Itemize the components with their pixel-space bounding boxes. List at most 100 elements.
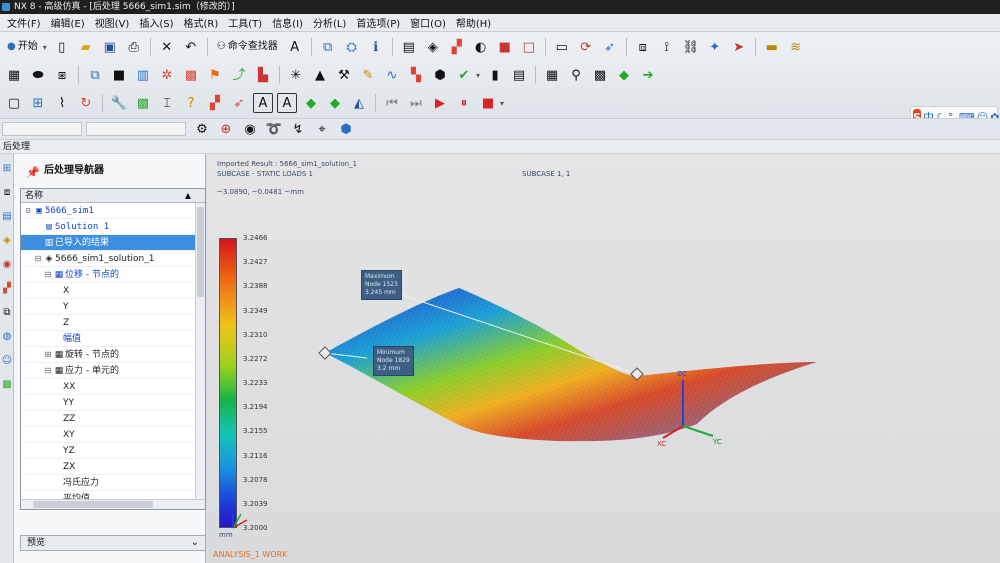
edit-icon[interactable]: ⧉ <box>318 37 338 57</box>
sim-navigator-icon[interactable]: ⊞ <box>1 158 13 178</box>
snap-icon[interactable]: ⤴ <box>229 65 249 85</box>
menu-item[interactable]: 信息(I) <box>267 15 308 30</box>
web-browser-icon[interactable]: ◍ <box>1 326 13 346</box>
rewind-icon[interactable]: ⏮ <box>382 93 402 113</box>
column-header-name[interactable]: 名称 ▲ <box>21 189 205 203</box>
min-callout[interactable]: Minimum Node 1829 3.2 mm <box>373 346 414 376</box>
horizontal-scrollbar[interactable] <box>21 499 205 509</box>
rotate-icon[interactable]: ⟳ <box>576 37 596 57</box>
flag-icon[interactable]: ⚑ <box>205 65 225 85</box>
start-button[interactable]: ● 开始 <box>4 37 41 57</box>
menu-item[interactable]: 插入(S) <box>134 15 178 30</box>
command-finder-button[interactable]: ⚇ 命令查找器 <box>214 37 281 57</box>
expand-toggle-icon[interactable]: ⊞ <box>43 347 53 363</box>
pattern-icon[interactable]: ✲ <box>157 65 177 85</box>
chevron-down-icon[interactable]: ▾ <box>43 43 47 52</box>
column-icon[interactable]: ▮ <box>485 65 505 85</box>
display-icon[interactable]: ▦ <box>4 65 24 85</box>
wrench-icon[interactable]: 🔧 <box>109 93 129 113</box>
new-sim-icon[interactable]: ▢ <box>4 93 24 113</box>
assembly-navigator-icon[interactable]: ⧈ <box>1 182 13 202</box>
menu-item[interactable]: 格式(R) <box>179 15 224 30</box>
tree-node[interactable]: XY <box>21 427 205 443</box>
pencil-icon[interactable]: ✎ <box>358 65 378 85</box>
reuse-library-icon[interactable]: ⧉ <box>1 302 13 322</box>
tree-node[interactable]: ⊟ ▦ 应力 - 单元的 <box>21 363 205 379</box>
info-icon[interactable]: ℹ <box>366 37 386 57</box>
roles-icon[interactable]: ☺ <box>1 350 13 370</box>
render-icon[interactable]: ▲ <box>310 65 330 85</box>
layers-icon[interactable]: ≋ <box>786 37 806 57</box>
stop-icon[interactable]: ■ <box>478 93 498 113</box>
burst-icon[interactable]: ✳ <box>286 65 306 85</box>
beam-icon[interactable]: ⌶ <box>157 93 177 113</box>
step-icon[interactable]: ⏭ <box>406 93 426 113</box>
layer-icon[interactable]: ⧆ <box>52 65 72 85</box>
question-icon[interactable]: ? <box>181 93 201 113</box>
snap-point-icon[interactable]: ⚙ <box>192 119 212 139</box>
arrow-icon[interactable]: ➤ <box>729 37 749 57</box>
expand-toggle-icon[interactable]: ⊟ <box>43 363 53 379</box>
annotation-box-icon[interactable]: A <box>277 93 297 113</box>
gradient-icon[interactable]: ▚ <box>406 65 426 85</box>
menu-item[interactable]: 编辑(E) <box>46 15 90 30</box>
scale-icon[interactable]: ◭ <box>349 93 369 113</box>
tree-node[interactable]: XX <box>21 379 205 395</box>
menu-item[interactable]: 文件(F) <box>2 15 46 30</box>
close-icon[interactable]: ✕ <box>157 37 177 57</box>
sim-file-view-icon[interactable]: ▤ <box>1 206 13 226</box>
grid-color-icon[interactable]: ▩ <box>181 65 201 85</box>
menu-item[interactable]: 分析(L) <box>308 15 351 30</box>
prev-result-icon[interactable]: ◆ <box>325 93 345 113</box>
move-icon[interactable]: ⬬ <box>28 65 48 85</box>
view-frame-icon[interactable]: ▭ <box>552 37 572 57</box>
mesh-edit-icon[interactable]: ⛭ <box>342 37 362 57</box>
chevron-down-icon[interactable]: ▾ <box>476 71 480 80</box>
view-icon[interactable]: ⧉ <box>85 65 105 85</box>
shade-icon[interactable]: ◐ <box>471 37 491 57</box>
navigator-tree[interactable]: 名称 ▲ ⊟ ▣ 5666_sim1 ▤ Solution 1 ▥ 已导入的结果 ⊟ ◈ 5666… <box>20 188 206 510</box>
link-icon[interactable]: ⛓ <box>681 37 701 57</box>
tree-node[interactable]: 幅值 <box>21 331 205 347</box>
selection-scope[interactable] <box>86 122 186 136</box>
wave-icon[interactable]: ∿ <box>382 65 402 85</box>
tree-node[interactable]: ⊞ ▦ 旋转 - 节点的 <box>21 347 205 363</box>
assembly-icon[interactable]: ⧈ <box>633 37 653 57</box>
tree-node[interactable]: YZ <box>21 443 205 459</box>
menu-item[interactable]: 帮助(H) <box>451 15 496 30</box>
animate-result-icon[interactable]: ➶ <box>229 93 249 113</box>
tree-node[interactable]: X <box>21 283 205 299</box>
menu-item[interactable]: 首选项(P) <box>351 15 405 30</box>
undo-icon[interactable]: ↶ <box>181 37 201 57</box>
preview-panel-toggle[interactable]: 预览 ⌄ <box>20 535 206 551</box>
min-marker-icon[interactable] <box>318 346 332 360</box>
tree-node[interactable]: ⊟ ▣ 5666_sim1 <box>21 203 205 219</box>
save-icon[interactable]: ▣ <box>100 37 120 57</box>
revolve-icon[interactable]: ↻ <box>76 93 96 113</box>
play-icon[interactable]: ▶ <box>430 93 450 113</box>
system-materials-icon[interactable]: ▩ <box>1 374 13 394</box>
window-icon[interactable]: ▤ <box>399 37 419 57</box>
tree-node[interactable]: 冯氏应力 <box>21 475 205 491</box>
annotation-icon[interactable]: A <box>253 93 273 113</box>
fem-icon[interactable]: ⊞ <box>28 93 48 113</box>
menu-item[interactable]: 工具(T) <box>223 15 267 30</box>
cube-icon[interactable]: ⬢ <box>430 65 450 85</box>
check-icon[interactable]: ✔ <box>454 65 474 85</box>
next-result-icon[interactable]: ◆ <box>301 93 321 113</box>
nav-left-icon[interactable]: ◆ <box>614 65 634 85</box>
block-icon[interactable]: ■ <box>109 65 129 85</box>
expand-toggle-icon[interactable]: ⊟ <box>23 203 33 219</box>
graphics-window[interactable]: Imported Result : 5666_sim1_solution_1 S… <box>207 154 1000 563</box>
history-icon[interactable]: ◉ <box>1 254 13 274</box>
magnify-icon[interactable]: ⚲ <box>566 65 586 85</box>
palette-icon[interactable]: ▞ <box>1 278 13 298</box>
pin-icon[interactable]: 📌 <box>26 164 40 182</box>
block-gray-icon[interactable]: ▦ <box>542 65 562 85</box>
new-icon[interactable]: ▯ <box>52 37 72 57</box>
expand-toggle-icon[interactable]: ⊟ <box>43 267 53 283</box>
model-icon[interactable]: ◈ <box>423 37 443 57</box>
scrollbar-thumb[interactable] <box>197 207 204 297</box>
ruler-icon[interactable]: ▬ <box>762 37 782 57</box>
tree-node[interactable]: Y <box>21 299 205 315</box>
